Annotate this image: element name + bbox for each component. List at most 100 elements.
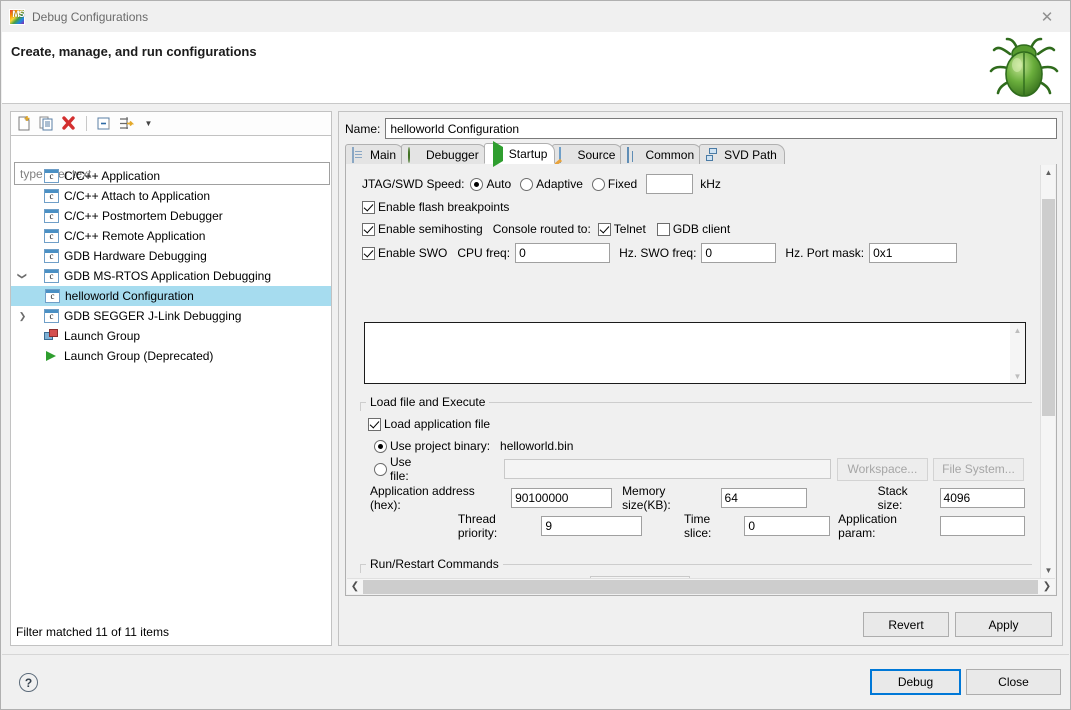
app-param-input[interactable] — [940, 516, 1025, 536]
semihosting-checkbox[interactable] — [362, 223, 375, 236]
swo-checkbox[interactable] — [362, 247, 375, 260]
flash-breakpoints-checkbox[interactable] — [362, 201, 375, 214]
scroll-down-icon[interactable]: ▼ — [1010, 369, 1025, 383]
run-restart-group: Run/Restart Commands Pre-run/Restart res… — [360, 564, 1032, 578]
scroll-right-icon[interactable]: ❯ — [1039, 579, 1055, 594]
jtag-speed-label: JTAG/SWD Speed: — [362, 177, 464, 191]
tree-item-label: C/C++ Postmortem Debugger — [64, 209, 223, 223]
time-slice-input[interactable]: 0 — [744, 516, 830, 536]
memory-size-input[interactable]: 64 — [721, 488, 807, 508]
help-glyph: ? — [25, 676, 32, 690]
vertical-scroll-thumb[interactable] — [1042, 199, 1055, 416]
help-icon[interactable]: ? — [19, 673, 38, 692]
port-mask-input[interactable]: 0x1 — [869, 243, 957, 263]
tree-item[interactable]: C/C++ Attach to Application — [11, 186, 331, 206]
use-file-radio[interactable] — [374, 463, 387, 476]
tab-source[interactable]: Source — [552, 144, 623, 164]
close-icon[interactable]: ✕ — [1024, 1, 1070, 32]
revert-button[interactable]: Revert — [863, 612, 949, 637]
semihosting-row: Enable semihosting Console routed to: Te… — [362, 218, 1039, 240]
delete-configuration-icon[interactable] — [60, 115, 77, 132]
tab-label: Debugger — [426, 148, 479, 162]
app-address-input[interactable]: 90100000 — [511, 488, 612, 508]
page-title: Create, manage, and run configurations — [11, 44, 257, 59]
chevron-down-icon[interactable]: ❯ — [13, 269, 33, 284]
scroll-up-icon[interactable]: ▲ — [1010, 323, 1025, 337]
startup-horizontal-scrollbar[interactable]: ❮ ❯ — [347, 578, 1055, 594]
filesystem-button[interactable]: File System... — [933, 458, 1024, 481]
config-name-input[interactable]: helloworld Configuration — [385, 118, 1057, 139]
tree-item-label: GDB SEGGER J-Link Debugging — [64, 309, 241, 323]
gdb-client-checkbox[interactable] — [657, 223, 670, 236]
scroll-down-icon[interactable]: ▼ — [1041, 563, 1056, 578]
duplicate-configuration-icon[interactable] — [38, 115, 55, 132]
tree-item[interactable]: Launch Group (Deprecated) — [11, 346, 331, 366]
tree-item[interactable]: C/C++ Application — [11, 166, 331, 186]
tree-item[interactable]: helloworld Configuration — [11, 286, 331, 306]
use-file-input[interactable] — [504, 459, 831, 479]
flash-breakpoints-row: Enable flash breakpoints — [362, 196, 1039, 218]
startup-vertical-scrollbar[interactable]: ▲ ▼ — [1040, 165, 1055, 578]
close-button[interactable]: Close — [966, 669, 1061, 695]
load-app-file-checkbox[interactable] — [368, 418, 381, 431]
green-bug-icon — [984, 34, 1062, 102]
tab-main[interactable]: Main — [345, 144, 404, 164]
tree-item[interactable]: ❯GDB MS-RTOS Application Debugging — [11, 266, 331, 286]
speed-adaptive-radio[interactable] — [520, 178, 533, 191]
stack-size-value: 4096 — [944, 491, 971, 505]
c-config-icon — [44, 209, 59, 223]
use-project-binary-row: Use project binary: helloworld.bin — [374, 435, 573, 457]
tab-startup[interactable]: Startup — [484, 143, 556, 164]
tab-svd-path[interactable]: SVD Path — [699, 144, 785, 164]
tab-common[interactable]: Common — [620, 144, 702, 164]
tree-item-label: C/C++ Remote Application — [64, 229, 205, 243]
tab-debugger[interactable]: Debugger — [401, 144, 487, 164]
startup-tab-icon — [491, 147, 505, 161]
scroll-up-icon[interactable]: ▲ — [1041, 165, 1056, 180]
common-tab-icon — [627, 148, 641, 162]
apply-button-label: Apply — [988, 618, 1018, 632]
tree-item[interactable]: GDB Hardware Debugging — [11, 246, 331, 266]
swo-freq-input[interactable]: 0 — [701, 243, 776, 263]
stack-size-input[interactable]: 4096 — [940, 488, 1025, 508]
chevron-right-icon[interactable]: ❯ — [15, 306, 30, 326]
window-titlebar: Debug Configurations ✕ — [1, 1, 1070, 32]
init-commands-textarea[interactable]: ▲ ▼ — [364, 322, 1026, 384]
c-config-icon — [44, 229, 59, 243]
tree-item-label: C/C++ Attach to Application — [64, 189, 210, 203]
init-commands-scrollbar[interactable]: ▲ ▼ — [1010, 323, 1025, 383]
tree-item[interactable]: Launch Group — [11, 326, 331, 346]
tree-item[interactable]: ❯ GDB SEGGER J-Link Debugging — [11, 306, 331, 326]
tree-item-label: Launch Group (Deprecated) — [64, 349, 213, 363]
workspace-button[interactable]: Workspace... — [837, 458, 928, 481]
port-mask-label: Hz. Port mask: — [785, 246, 864, 260]
collapse-all-icon[interactable] — [96, 115, 113, 132]
speed-fixed-radio[interactable] — [592, 178, 605, 191]
time-slice-label: Time slice: — [684, 512, 740, 540]
cpu-freq-input[interactable]: 0 — [515, 243, 610, 263]
chevron-down-icon[interactable]: ▼ — [140, 115, 157, 132]
jtag-speed-row: JTAG/SWD Speed: Auto Adaptive Fixed k — [362, 173, 1039, 195]
debug-button[interactable]: Debug — [870, 669, 961, 695]
filter-configurations-icon[interactable] — [118, 115, 135, 132]
scroll-left-icon[interactable]: ❮ — [347, 579, 363, 594]
new-configuration-icon[interactable] — [16, 115, 33, 132]
telnet-checkbox[interactable] — [598, 223, 611, 236]
bottom-divider — [2, 654, 1069, 655]
cpu-freq-label: CPU freq: — [457, 246, 510, 260]
app-address-label: Application address (hex): — [370, 484, 506, 512]
use-project-binary-label: Use project binary: — [390, 439, 490, 453]
tree-item[interactable]: C/C++ Postmortem Debugger — [11, 206, 331, 226]
apply-button[interactable]: Apply — [955, 612, 1052, 637]
port-mask-value: 0x1 — [873, 246, 892, 260]
use-file-label: Use file: — [390, 455, 433, 483]
horizontal-scroll-thumb[interactable] — [363, 580, 1038, 594]
thread-priority-input[interactable]: 9 — [541, 516, 642, 536]
load-file-group-title: Load file and Execute — [366, 395, 489, 409]
tree-item[interactable]: C/C++ Remote Application — [11, 226, 331, 246]
speed-auto-radio[interactable] — [470, 178, 483, 191]
revert-button-label: Revert — [888, 618, 923, 632]
use-project-binary-radio[interactable] — [374, 440, 387, 453]
swo-freq-value: 0 — [705, 246, 712, 260]
fixed-speed-input[interactable] — [646, 174, 693, 194]
